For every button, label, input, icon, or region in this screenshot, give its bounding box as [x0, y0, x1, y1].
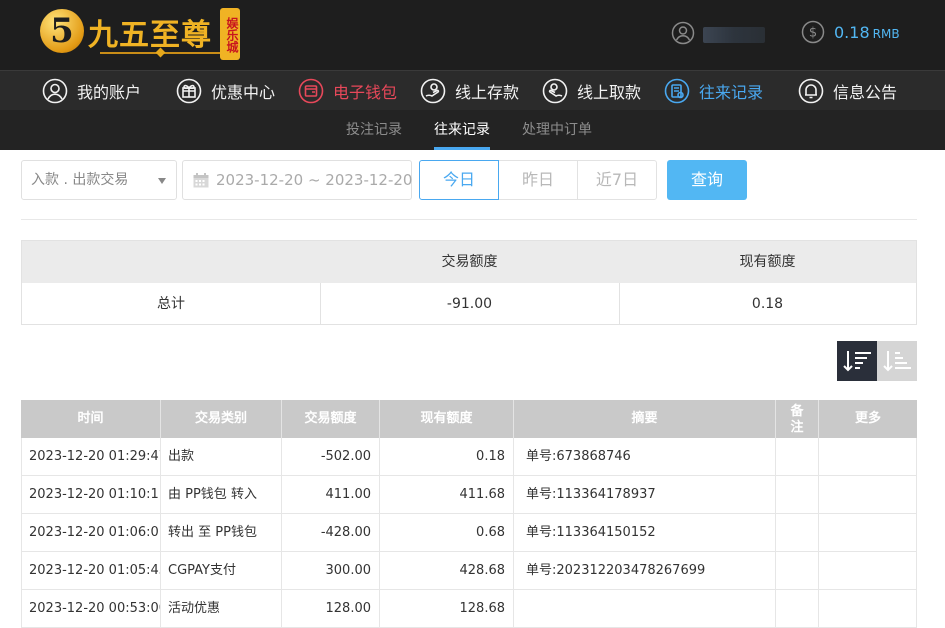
- nav-e-wallet[interactable]: 电子钱包: [298, 71, 397, 111]
- cell-type: 转出 至 PP钱包: [161, 514, 282, 552]
- summary-table: 交易额度 现有额度 总计 -91.00 0.18: [21, 240, 917, 325]
- summary-trade-total: -91.00: [446, 296, 493, 312]
- cell-amount: 128.00: [282, 590, 380, 628]
- withdraw-icon: [542, 78, 568, 104]
- cell-amount: -502.00: [282, 438, 380, 476]
- nav-transaction-records[interactable]: 往来记录: [664, 71, 763, 111]
- cell-balance: 411.68: [380, 476, 514, 514]
- sort-ascending-icon: [883, 351, 911, 372]
- cell-time: 2023-12-20 01:29:47: [21, 438, 161, 476]
- quick-yesterday-button[interactable]: 昨日: [498, 160, 578, 200]
- table-row: 2023-12-20 01:10:11 由 PP钱包 转入 411.00 411.68…: [21, 476, 917, 514]
- col-more: 更多: [854, 411, 881, 426]
- records-header: 时间 交易类别 交易额度 现有额度 摘要 备注 更多: [21, 400, 917, 438]
- sort-asc-button[interactable]: [877, 341, 917, 381]
- logo-text: 九五至尊: [88, 18, 212, 53]
- cell-more[interactable]: [819, 476, 917, 514]
- calendar-icon: [193, 173, 209, 188]
- cell-amount: 300.00: [282, 552, 380, 590]
- cell-summary: [514, 590, 776, 628]
- nav-announcements[interactable]: 信息公告: [798, 71, 897, 111]
- cell-amount: 411.00: [282, 476, 380, 514]
- cell-balance: 0.18: [380, 438, 514, 476]
- deposit-icon: [420, 78, 446, 104]
- cell-more[interactable]: [819, 438, 917, 476]
- cell-balance: 428.68: [380, 552, 514, 590]
- tab-bet-records[interactable]: 投注记录: [346, 110, 402, 150]
- logo-emblem: 5: [40, 9, 84, 53]
- sort-descending-icon: [843, 351, 871, 372]
- top-header: 5 九五至尊 娱乐城 $ 0.18 RMB: [0, 0, 945, 70]
- cell-remark: [776, 476, 819, 514]
- cell-remark: [776, 514, 819, 552]
- site-logo[interactable]: 5 九五至尊 娱乐城: [40, 6, 245, 62]
- summary-header-current-amount: 现有额度: [739, 254, 796, 270]
- cell-amount: -428.00: [282, 514, 380, 552]
- summary-total-label: 总计: [157, 296, 185, 312]
- chevron-down-icon: [158, 178, 166, 184]
- cell-summary: 单号:202312203478267699: [514, 552, 776, 590]
- cell-summary: 单号:113364178937: [514, 476, 776, 514]
- cell-type: CGPAY支付: [161, 552, 282, 590]
- cell-remark: [776, 552, 819, 590]
- col-remark: 备注: [776, 400, 819, 438]
- svg-text:$: $: [809, 26, 817, 41]
- cell-balance: 0.68: [380, 514, 514, 552]
- nav-promotions[interactable]: 优惠中心: [176, 71, 275, 111]
- col-type: 交易类别: [161, 400, 282, 438]
- table-row: 2023-12-20 01:29:47 出款 -502.00 0.18 单号:67386…: [21, 438, 917, 476]
- nav-online-deposit[interactable]: 线上存款: [420, 71, 519, 111]
- summary-header-blank: [22, 241, 320, 283]
- nav-online-withdraw[interactable]: 线上取款: [542, 71, 641, 111]
- cell-more[interactable]: [819, 590, 917, 628]
- sort-desc-button[interactable]: [837, 341, 877, 381]
- table-row: 2023-12-20 00:53:00 活动优惠 128.00 128.68: [21, 590, 917, 628]
- cell-time: 2023-12-20 01:05:45: [21, 552, 161, 590]
- gift-icon: [176, 78, 202, 104]
- table-row: 2023-12-20 01:05:45 CGPAY支付 300.00 428.68 单号…: [21, 552, 917, 590]
- quick-7days-button[interactable]: 近7日: [577, 160, 657, 200]
- cell-time: 2023-12-20 01:06:01: [21, 514, 161, 552]
- records-icon: [664, 78, 690, 104]
- col-time: 时间: [21, 400, 161, 438]
- logo-badge: 娱乐城: [220, 8, 240, 60]
- cell-type: 出款: [161, 438, 282, 476]
- cell-summary: 单号:673868746: [514, 438, 776, 476]
- summary-current-total: 0.18: [751, 296, 784, 312]
- cell-type: 由 PP钱包 转入: [161, 476, 282, 514]
- quick-today-button[interactable]: 今日: [419, 160, 499, 200]
- col-balance: 现有额度: [380, 400, 514, 438]
- summary-header-trade-amount: 交易额度: [441, 254, 498, 270]
- cell-more[interactable]: [819, 552, 917, 590]
- user-avatar-icon[interactable]: [671, 21, 695, 45]
- cell-more[interactable]: [819, 514, 917, 552]
- main-nav: 我的账户 优惠中心 电子钱包 线上存款 线上取款 往来记录 信息公告: [0, 70, 945, 110]
- divider: [21, 219, 917, 220]
- table-row: 2023-12-20 01:06:01 转出 至 PP钱包 -428.00 0.68 单…: [21, 514, 917, 552]
- cell-summary: 单号:113364150152: [514, 514, 776, 552]
- sub-nav: 投注记录 往来记录 处理中订单: [0, 110, 945, 150]
- cell-time: 2023-12-20 00:53:00: [21, 590, 161, 628]
- search-button[interactable]: 查询: [667, 160, 747, 200]
- user-icon: [42, 78, 68, 104]
- tab-pending-orders[interactable]: 处理中订单: [522, 110, 592, 150]
- cell-type: 活动优惠: [161, 590, 282, 628]
- cell-balance: 128.68: [380, 590, 514, 628]
- wallet-balance: 0.18 RMB: [834, 23, 900, 42]
- username-masked: [703, 27, 765, 43]
- col-summary: 摘要: [514, 400, 776, 438]
- coin-icon: $: [801, 20, 825, 44]
- tab-transaction-records[interactable]: 往来记录: [434, 110, 490, 150]
- cell-time: 2023-12-20 01:10:11: [21, 476, 161, 514]
- nav-my-account[interactable]: 我的账户: [42, 71, 141, 111]
- cell-remark: [776, 438, 819, 476]
- wallet-icon: [298, 78, 324, 104]
- col-amount: 交易额度: [282, 400, 380, 438]
- cell-remark: [776, 590, 819, 628]
- bell-icon: [798, 78, 824, 104]
- transaction-type-select[interactable]: 入款 . 出款交易: [21, 160, 177, 200]
- date-range-input[interactable]: 2023-12-20 ~ 2023-12-20: [182, 160, 412, 200]
